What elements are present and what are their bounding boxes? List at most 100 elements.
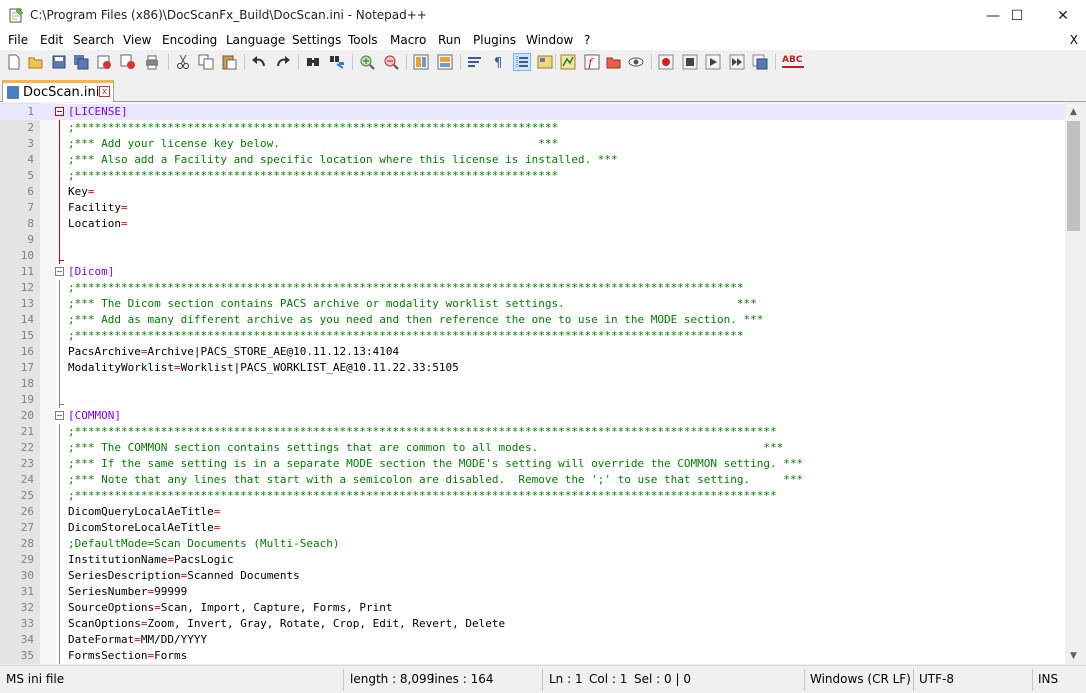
folder-as-workspace-icon[interactable] [606, 54, 622, 70]
editor-line[interactable]: 18 [0, 376, 1065, 392]
close-document-x[interactable]: X [1070, 33, 1078, 47]
sync-horizontal-icon[interactable] [437, 54, 453, 70]
monitoring-icon[interactable] [628, 54, 644, 70]
indent-guide-icon[interactable] [513, 53, 531, 71]
tab-close-icon[interactable]: x [99, 86, 110, 97]
undo-icon[interactable] [251, 54, 267, 70]
editor-line[interactable]: 29 InstitutionName=PacsLogic [0, 552, 1065, 568]
save-macro-icon[interactable] [752, 54, 768, 70]
editor-line[interactable]: 12 ;*************************************… [0, 280, 1065, 296]
editor-line[interactable]: 11 [Dicom] [0, 264, 1065, 280]
fold-line [59, 600, 60, 616]
print-icon[interactable] [144, 54, 160, 70]
menu-run[interactable]: Run [438, 33, 461, 47]
menu-help[interactable]: ? [584, 33, 590, 47]
editor-line[interactable]: 2 ;**************************************… [0, 120, 1065, 136]
editor-line[interactable]: 34 DateFormat=MM/DD/YYYY [0, 632, 1065, 648]
editor-line[interactable]: 14 ;*** Add as many different archive as … [0, 312, 1065, 328]
editor-line[interactable]: 25 ;*************************************… [0, 488, 1065, 504]
editor-line[interactable]: 1 [LICENSE] [0, 104, 1065, 120]
fold-toggle-icon[interactable] [55, 107, 64, 116]
editor-line[interactable]: 33 ScanOptions=Zoom, Invert, Gray, Rotate… [0, 616, 1065, 632]
code-text: PacsArchive=Archive|PACS_STORE_AE@10.11.… [68, 345, 400, 358]
find-icon[interactable] [305, 54, 321, 70]
editor-line[interactable]: 7 Facility= [0, 200, 1065, 216]
vertical-scrollbar[interactable]: ▲ ▼ [1065, 103, 1082, 664]
menu-encoding[interactable]: Encoding [162, 33, 217, 47]
editor-line[interactable]: 4 ;*** Also add a Facility and specific l… [0, 152, 1065, 168]
editor-line[interactable]: 21 ;*************************************… [0, 424, 1065, 440]
save-all-icon[interactable] [73, 54, 89, 70]
zoom-in-icon[interactable] [359, 54, 375, 70]
menu-search[interactable]: Search [73, 33, 114, 47]
menu-settings[interactable]: Settings [292, 33, 341, 47]
save-icon[interactable] [51, 54, 67, 70]
zoom-out-icon[interactable] [383, 54, 399, 70]
new-file-icon[interactable] [6, 54, 22, 70]
menu-view[interactable]: View [123, 33, 151, 47]
tab-docscan-ini[interactable]: DocScan.ini x [2, 80, 114, 102]
editor-line[interactable]: 32 SourceOptions=Scan, Import, Capture, F… [0, 600, 1065, 616]
run-macro-multiple-icon[interactable] [729, 54, 745, 70]
cut-icon[interactable] [175, 54, 191, 70]
scrollbar-thumb[interactable] [1067, 121, 1080, 231]
editor-line[interactable]: 22 ;*** The COMMON section contains setti… [0, 440, 1065, 456]
playback-macro-icon[interactable] [705, 54, 721, 70]
editor-line[interactable]: 31 SeriesNumber=99999 [0, 584, 1065, 600]
fold-line [59, 216, 60, 232]
menu-edit[interactable]: Edit [40, 33, 63, 47]
sync-vertical-icon[interactable] [413, 54, 429, 70]
scroll-up-arrow-icon[interactable]: ▲ [1065, 103, 1082, 120]
editor-line[interactable]: 27 DicomStoreLocalAeTitle= [0, 520, 1065, 536]
stop-recording-icon[interactable] [682, 54, 698, 70]
code-text: ;***************************************… [68, 424, 777, 440]
fold-line [59, 232, 60, 248]
maximize-button[interactable]: ☐ [994, 0, 1040, 32]
spell-check-icon[interactable]: ABC [782, 55, 804, 68]
editor-line[interactable]: 8 Location= [0, 216, 1065, 232]
editor-line[interactable]: 23 ;*** If the same setting is in a separ… [0, 456, 1065, 472]
close-window-button[interactable]: ✕ [1040, 0, 1086, 32]
editor-area[interactable]: 1 [LICENSE] 2 ;****************************… [0, 103, 1065, 664]
editor-line[interactable]: 9 [0, 232, 1065, 248]
fold-toggle-icon[interactable] [55, 411, 64, 420]
editor-line[interactable]: 19 [0, 392, 1065, 408]
line-number: 23 [20, 457, 34, 470]
editor-line[interactable]: 28 ;DefaultMode=Scan Documents (Multi-Sea… [0, 536, 1065, 552]
record-macro-icon[interactable] [658, 54, 674, 70]
menu-language[interactable]: Language [226, 33, 285, 47]
editor-line[interactable]: 6 Key= [0, 184, 1065, 200]
setting-key: DicomStoreLocalAeTitle [68, 521, 214, 534]
paste-icon[interactable] [221, 54, 237, 70]
user-defined-language-icon[interactable] [537, 54, 553, 70]
word-wrap-icon[interactable] [467, 54, 483, 70]
editor-line[interactable]: 16 PacsArchive=Archive|PACS_STORE_AE@10.1… [0, 344, 1065, 360]
menu-plugins[interactable]: Plugins [473, 33, 516, 47]
function-list-icon[interactable]: f [584, 54, 600, 70]
editor-line[interactable]: 15 ;*************************************… [0, 328, 1065, 344]
editor-line[interactable]: 17 ModalityWorklist=Worklist|PACS_WORKLIS… [0, 360, 1065, 376]
menu-tools[interactable]: Tools [348, 33, 378, 47]
editor-line[interactable]: 3 ;*** Add your license key below. *** [0, 136, 1065, 152]
close-all-icon[interactable] [120, 54, 136, 70]
scroll-down-arrow-icon[interactable]: ▼ [1065, 647, 1082, 664]
editor-line[interactable]: 24 ;*** Note that any lines that start wi… [0, 472, 1065, 488]
editor-line[interactable]: 13 ;*** The Dicom section contains PACS a… [0, 296, 1065, 312]
fold-toggle-icon[interactable] [55, 267, 64, 276]
copy-icon[interactable] [198, 54, 214, 70]
editor-line[interactable]: 5 ;**************************************… [0, 168, 1065, 184]
document-map-icon[interactable] [560, 54, 576, 70]
menu-macro[interactable]: Macro [390, 33, 426, 47]
open-file-icon[interactable] [28, 54, 44, 70]
close-icon[interactable] [96, 54, 112, 70]
menu-file[interactable]: File [8, 33, 28, 47]
show-all-characters-icon[interactable]: ¶ [490, 54, 506, 70]
replace-icon[interactable] [329, 54, 345, 70]
editor-line[interactable]: 26 DicomQueryLocalAeTitle= [0, 504, 1065, 520]
editor-line[interactable]: 10 [0, 248, 1065, 264]
editor-line[interactable]: 30 SeriesDescription=Scanned Documents [0, 568, 1065, 584]
editor-line[interactable]: 20 [COMMON] [0, 408, 1065, 424]
redo-icon[interactable] [275, 54, 291, 70]
menu-window[interactable]: Window [526, 33, 573, 47]
editor-line[interactable]: 35 FormsSection=Forms [0, 648, 1065, 664]
